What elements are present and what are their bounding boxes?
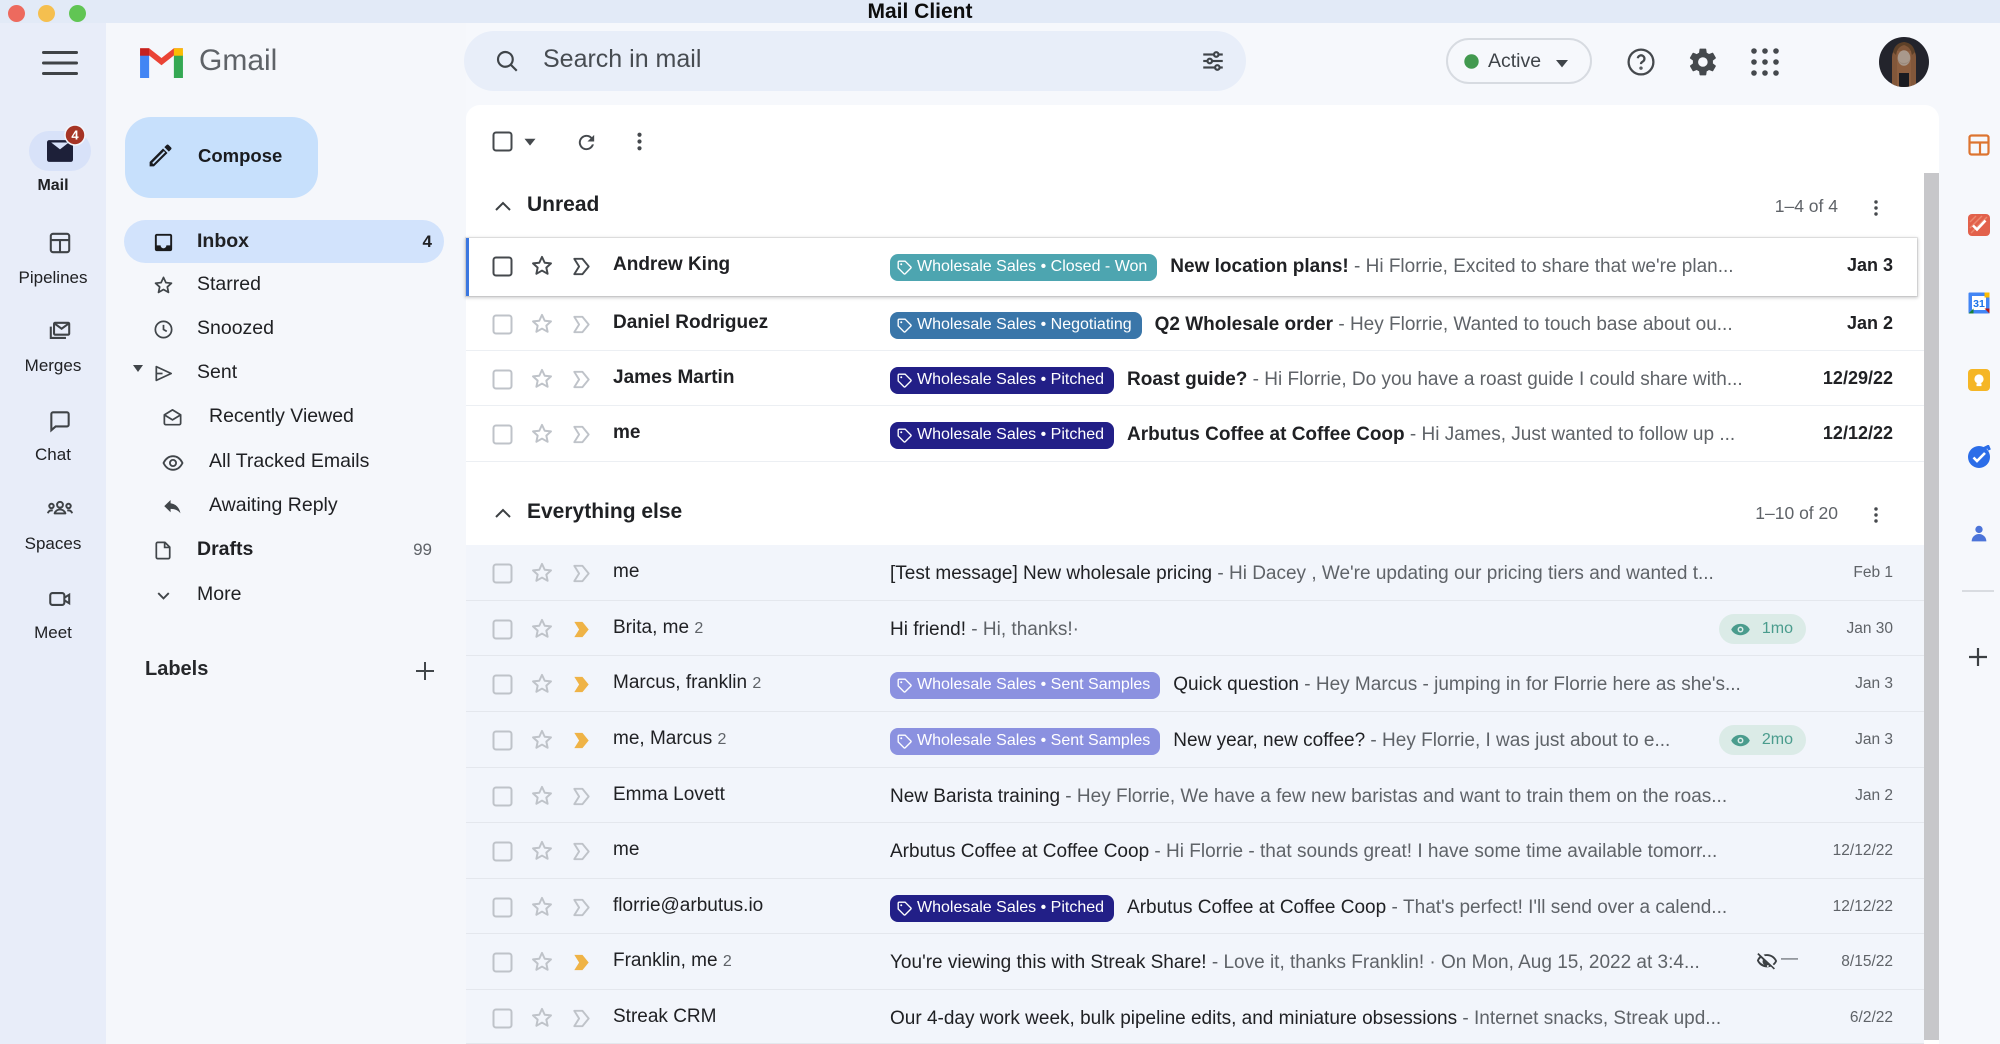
svg-text:31: 31 — [1973, 298, 1985, 310]
svg-text:4: 4 — [71, 128, 79, 143]
